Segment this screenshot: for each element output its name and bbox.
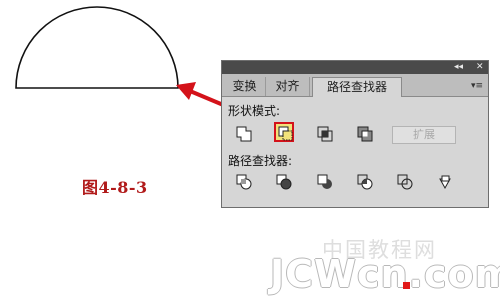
pathfinders-label: 路径查找器: [228, 154, 293, 168]
tab-pathfinder[interactable]: 路径查找器 [312, 77, 402, 97]
minus-front-icon [278, 126, 293, 141]
crop-icon [357, 174, 373, 190]
pathfinder-panel: ◂◂ ✕ 变换 对齐 路径查找器 ▾≡ 形状模式: 扩展 路径查找器: [221, 60, 489, 208]
watermark-dot [403, 282, 410, 289]
intersect-icon [317, 126, 333, 142]
merge-button[interactable] [315, 172, 335, 192]
panel-titlebar[interactable]: ◂◂ ✕ [222, 61, 488, 74]
intersect-button[interactable] [315, 124, 335, 144]
minus-back-button[interactable] [435, 172, 455, 192]
outline-icon [397, 174, 413, 190]
panel-tabs: 变换 对齐 路径查找器 ▾≡ [222, 74, 488, 97]
watermark-logo: JCWcn.com [270, 252, 500, 296]
trim-button[interactable] [274, 172, 294, 192]
close-icon[interactable]: ✕ [476, 61, 484, 74]
half-circle-shape [15, 6, 179, 89]
minus-back-icon [439, 175, 451, 190]
tab-align[interactable]: 对齐 [266, 77, 310, 96]
panel-menu-icon[interactable]: ▾≡ [470, 80, 484, 92]
minus-front-button[interactable] [274, 122, 294, 142]
collapse-icon[interactable]: ◂◂ [454, 61, 463, 74]
shape-modes-label: 形状模式: [228, 104, 281, 118]
divide-icon [236, 174, 252, 190]
merge-icon [317, 174, 332, 189]
expand-button[interactable]: 扩展 [392, 126, 456, 144]
divide-button[interactable] [234, 172, 254, 192]
unite-button[interactable] [234, 124, 254, 144]
figure-caption: 图4-8-3 [82, 178, 148, 197]
exclude-button[interactable] [355, 124, 375, 144]
unite-icon [236, 126, 252, 142]
exclude-icon [357, 126, 373, 142]
outline-button[interactable] [395, 172, 415, 192]
trim-icon [276, 174, 292, 190]
tab-transform[interactable]: 变换 [224, 77, 266, 96]
crop-button[interactable] [355, 172, 375, 192]
